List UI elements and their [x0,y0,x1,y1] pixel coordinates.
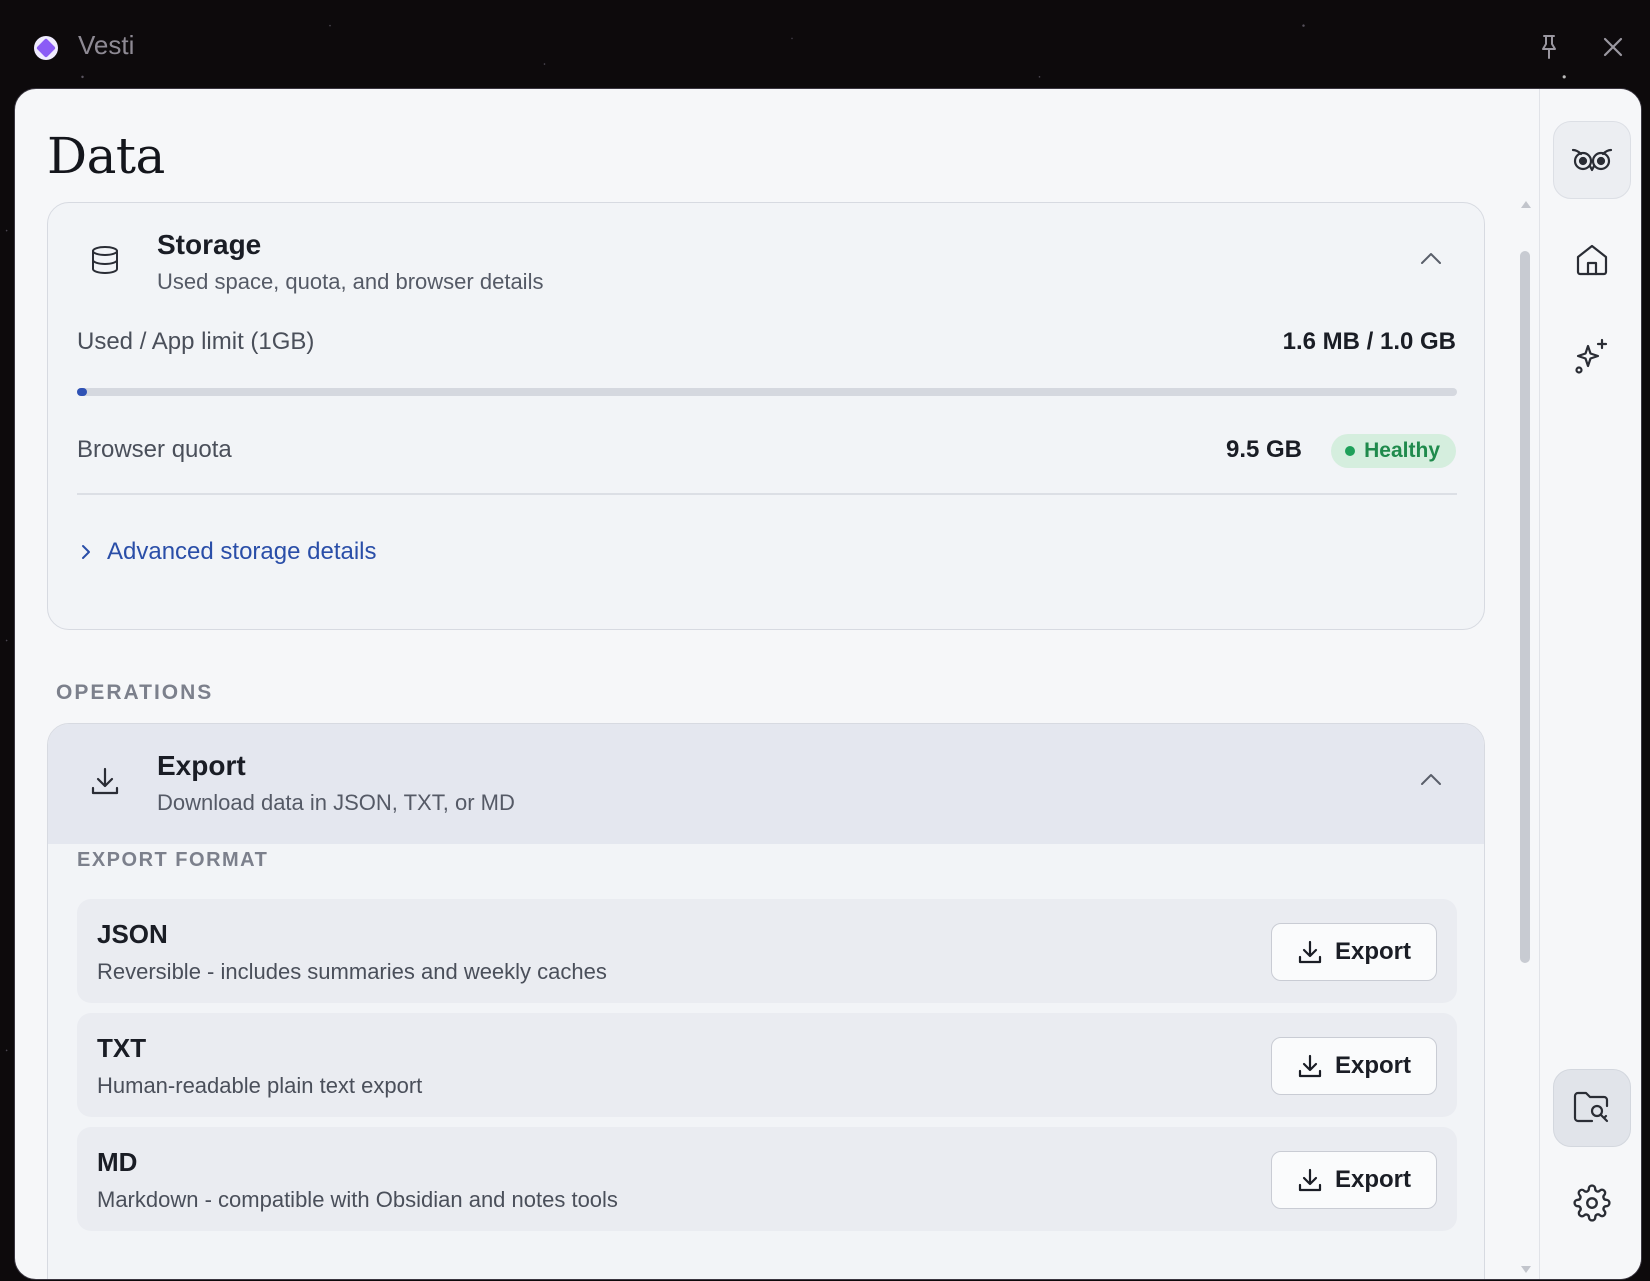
settings-icon [1573,1184,1611,1222]
status-badge: Healthy [1331,434,1456,468]
scrollbar[interactable] [1519,201,1533,1273]
app-logo-icon [34,36,58,60]
format-description: Human-readable plain text export [97,1073,423,1098]
storage-card: Storage Used space, quota, and browser d… [47,202,1485,630]
owl-icon [1571,148,1613,172]
export-json-button[interactable]: Export [1271,923,1437,981]
format-row-md: MD Markdown - compatible with Obsidian a… [77,1127,1457,1231]
close-button[interactable] [1598,32,1628,62]
quota-label: Browser quota [77,436,232,463]
scroll-down-arrow-icon[interactable] [1521,1266,1531,1273]
right-rail [1539,89,1641,1279]
storage-progress-fill [77,388,87,396]
data-folder-icon [1573,1091,1609,1123]
quota-value: 9.5 GB [1225,436,1302,463]
chevron-up-icon[interactable] [1420,772,1442,786]
pin-button[interactable] [1534,32,1564,62]
storage-card-header[interactable]: Storage Used space, quota, and browser d… [48,203,1484,323]
storage-subtitle: Used space, quota, and browser details [157,269,544,294]
home-icon [1576,244,1608,276]
rail-settings-button[interactable] [1553,1164,1631,1242]
rail-data-button[interactable] [1553,1069,1631,1147]
export-md-button[interactable]: Export [1271,1151,1437,1209]
chevron-up-icon[interactable] [1420,251,1442,265]
status-badge-label: Healthy [1364,439,1440,462]
sparkle-icon [1575,338,1608,374]
export-card: Export Download data in JSON, TXT, or MD… [47,723,1485,1279]
format-name: JSON [97,919,168,949]
main-content: Data Storage Used space, quota, and brow… [15,89,1539,1279]
status-dot-icon [1345,446,1356,456]
format-name: MD [97,1147,138,1177]
page-title: Data [47,127,165,185]
export-format-label: EXPORT FORMAT [77,849,269,871]
format-name: TXT [97,1033,147,1063]
close-icon [1603,37,1623,57]
export-card-header[interactable]: Export Download data in JSON, TXT, or MD [48,724,1484,844]
used-label: Used / App limit (1GB) [77,328,315,355]
export-button-label: Export [1334,1166,1411,1193]
used-value: 1.6 MB / 1.0 GB [1282,328,1456,355]
advanced-storage-link[interactable]: Advanced storage details [81,538,377,566]
section-label-operations: OPERATIONS [56,681,214,704]
divider [77,493,1457,495]
rail-owl-button[interactable] [1553,121,1631,199]
title-bar: Vesti [0,0,1650,90]
format-row-txt: TXT Human-readable plain text export Exp… [77,1013,1457,1117]
export-button-label: Export [1334,1052,1411,1079]
download-icon [1298,940,1322,964]
format-row-json: JSON Reversible - includes summaries and… [77,899,1457,1003]
export-title: Export [157,750,246,781]
export-button-label: Export [1334,938,1411,965]
rail-home-button[interactable] [1553,221,1631,299]
app-window: Data Storage Used space, quota, and brow… [14,88,1642,1280]
export-txt-button[interactable]: Export [1271,1037,1437,1095]
scrollbar-thumb[interactable] [1520,251,1530,963]
download-icon [1298,1054,1322,1078]
storage-title: Storage [157,229,262,260]
download-icon [1298,1168,1322,1192]
chevron-right-icon [82,545,90,559]
database-icon [92,246,118,275]
download-icon [91,767,119,795]
export-subtitle: Download data in JSON, TXT, or MD [157,790,515,815]
storage-progress-bar [77,388,1457,396]
scroll-up-arrow-icon[interactable] [1521,201,1531,208]
pin-icon [1542,35,1556,59]
format-description: Reversible - includes summaries and week… [97,959,607,984]
rail-sparkle-button[interactable] [1553,317,1631,395]
advanced-storage-label: Advanced storage details [107,538,377,565]
format-description: Markdown - compatible with Obsidian and … [97,1187,618,1212]
app-title: Vesti [78,30,135,60]
